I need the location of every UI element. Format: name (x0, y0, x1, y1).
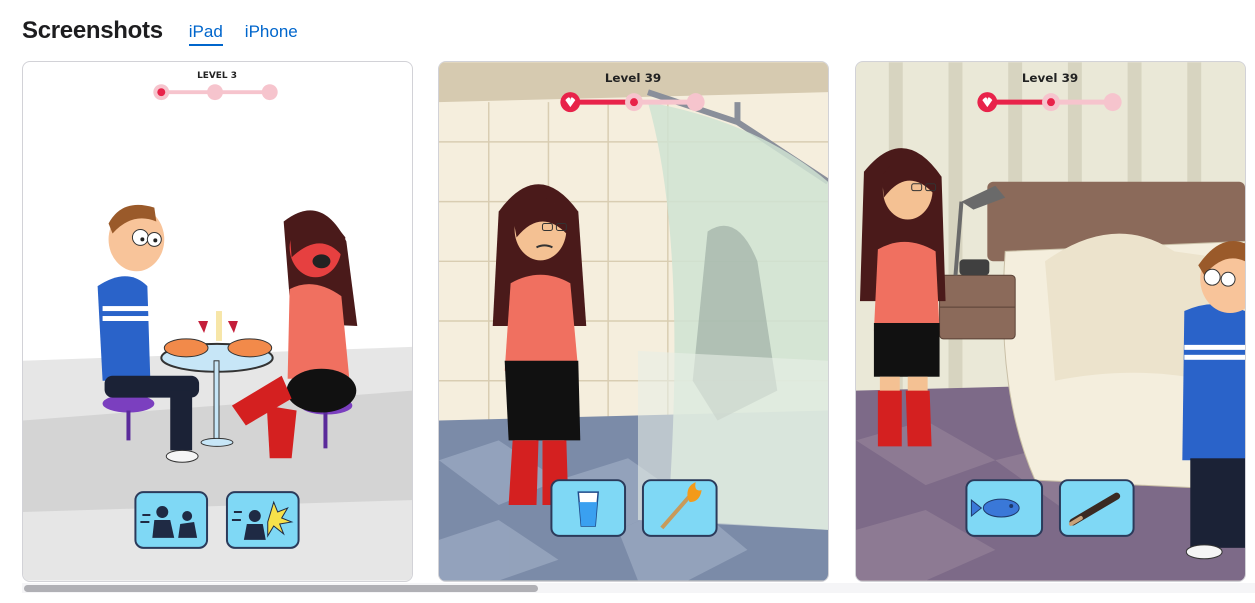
action-button-2[interactable] (641, 479, 718, 537)
progress-step-current (630, 98, 638, 107)
level-label: Level 39 (1022, 71, 1078, 85)
screenshot-1-scene: LEVEL 3 (23, 71, 412, 581)
level-label: LEVEL 3 (197, 71, 237, 81)
screenshot-2-scene: Level 39 (439, 62, 828, 581)
horizontal-scrollbar[interactable] (22, 583, 1255, 593)
action-button-1[interactable] (965, 479, 1044, 537)
tab-ipad[interactable]: iPad (188, 21, 223, 46)
action-button-2[interactable] (225, 491, 300, 549)
level-label: Level 39 (605, 71, 661, 85)
section-title: Screenshots (22, 17, 163, 44)
action-button-1[interactable] (134, 491, 209, 549)
progress-step-current (157, 88, 166, 97)
action-button-2[interactable] (1058, 479, 1135, 537)
progress-bar (153, 84, 278, 101)
screenshot-2[interactable]: Level 39 (438, 61, 829, 582)
tab-iphone[interactable]: iPhone (245, 21, 298, 46)
screenshot-1[interactable]: LEVEL 3 (22, 61, 413, 582)
progress-step-current (1047, 98, 1055, 107)
screenshot-3[interactable]: Level 39 (855, 61, 1246, 582)
screenshot-3-scene: Level 39 (856, 62, 1245, 581)
section-header: Screenshots iPad iPhone (22, 10, 298, 46)
device-tabs: iPad iPhone (188, 21, 298, 46)
screenshot-shelf: LEVEL 3 Level 39 Level 39 (22, 61, 1255, 582)
action-button-1[interactable] (550, 479, 627, 537)
water-glass-icon (577, 491, 599, 527)
scrollbar-thumb[interactable] (24, 585, 538, 592)
